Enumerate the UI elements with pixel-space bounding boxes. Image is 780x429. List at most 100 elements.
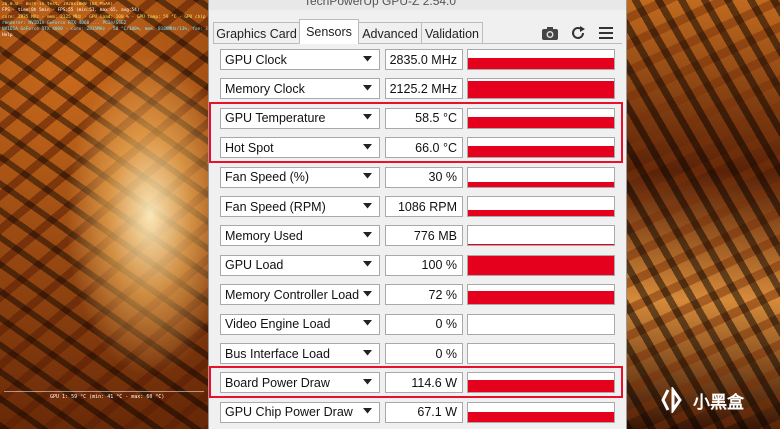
sensor-row: GPU Chip Power Draw 67.1 W — [209, 399, 626, 423]
sensor-select[interactable]: Video Engine Load — [220, 313, 380, 335]
sensor-row: Memory Used 776 MB — [209, 222, 626, 247]
sensor-value: 0 % — [385, 313, 463, 335]
sensor-graph-fill — [468, 117, 614, 128]
sensor-label: Memory Controller Load — [225, 287, 360, 302]
sensor-graph-fill — [468, 412, 614, 422]
sensor-graph-fill — [468, 81, 614, 99]
sensor-value: 0 % — [385, 343, 463, 364]
sensor-value: 58.5 °C — [385, 107, 463, 129]
sensor-select[interactable]: GPU Chip Power Draw — [220, 401, 380, 423]
sensor-row: Video Engine Load 0 % — [209, 311, 626, 335]
sensor-select[interactable]: Board Power Draw — [220, 372, 380, 394]
sensor-graph — [467, 343, 615, 364]
watermark-text: 小黑盒 — [693, 392, 744, 413]
sensor-value: 30 % — [385, 166, 463, 188]
sensor-value: 1086 RPM — [385, 196, 463, 217]
dropdown-arrow-icon[interactable] — [357, 344, 377, 361]
sensor-label: GPU Load — [225, 258, 284, 273]
overlay-line: Help — [2, 33, 13, 39]
sensor-value: 2125.2 MHz — [385, 78, 463, 100]
sensor-graph-fill — [468, 181, 614, 187]
sensor-label: Board Power Draw — [225, 375, 330, 390]
dropdown-arrow-icon[interactable] — [357, 226, 377, 243]
dropdown-arrow-icon[interactable] — [357, 79, 377, 96]
sensor-graph — [467, 372, 615, 394]
sensor-row: Board Power Draw 114.6 W — [209, 369, 626, 394]
sensor-label: Video Engine Load — [225, 317, 331, 332]
tab-graphics-card[interactable]: Graphics Card — [213, 22, 300, 44]
sensor-graph-fill — [468, 210, 614, 216]
watermark: 小黑盒 — [661, 385, 744, 415]
sensor-select[interactable]: GPU Load — [220, 254, 380, 276]
sensor-select[interactable]: Memory Clock — [220, 78, 380, 100]
sensor-select[interactable]: Bus Interface Load — [220, 343, 380, 364]
sensor-select[interactable]: Memory Used — [220, 225, 380, 247]
sensor-row: Memory Clock 2125.2 MHz — [209, 75, 626, 100]
dropdown-arrow-icon[interactable] — [357, 403, 377, 420]
sensor-label: Memory Clock — [225, 81, 305, 96]
sensor-select[interactable]: GPU Clock — [220, 49, 380, 70]
menu-icon[interactable] — [597, 24, 615, 42]
sensor-select[interactable]: Fan Speed (RPM) — [220, 196, 380, 217]
sensor-graph — [467, 49, 615, 70]
sensor-graph — [467, 284, 615, 306]
dropdown-arrow-icon[interactable] — [357, 109, 377, 126]
dropdown-arrow-icon[interactable] — [357, 256, 377, 273]
sensor-value: 72 % — [385, 284, 463, 306]
sensor-select[interactable]: Memory Controller Load — [220, 284, 380, 306]
sensor-select[interactable]: Fan Speed (%) — [220, 166, 380, 188]
refresh-icon[interactable] — [569, 24, 587, 42]
sensor-label: Memory Used — [225, 228, 303, 243]
sensor-graph — [467, 196, 615, 217]
sensor-graph — [467, 313, 615, 335]
sensor-value: 100 % — [385, 254, 463, 276]
sensor-label: Fan Speed (RPM) — [225, 199, 326, 214]
sensor-label: Hot Spot — [225, 140, 274, 155]
sensor-row: Fan Speed (%) 30 % — [209, 164, 626, 188]
sensor-label: Fan Speed (%) — [225, 170, 310, 185]
window-title: TechPowerUp GPU-Z 2.54.0 — [304, 0, 457, 8]
sensor-graph — [467, 225, 615, 247]
tab-divider — [213, 43, 622, 44]
tab-validation[interactable]: Validation — [421, 22, 483, 44]
sensor-label: GPU Clock — [225, 52, 287, 67]
sensor-value: 114.6 W — [385, 372, 463, 394]
camera-icon[interactable] — [541, 24, 559, 42]
sensor-row: Hot Spot 66.0 °C — [209, 134, 626, 159]
benchmark-overlay: 26.0.0 - Burn-in test, 1920x1080 (8X MSA… — [2, 2, 207, 40]
sensor-label: GPU Temperature — [225, 111, 326, 126]
sensor-select[interactable]: Hot Spot — [220, 137, 380, 159]
tab-advanced[interactable]: Advanced — [358, 22, 422, 44]
sensor-row: GPU Temperature 58.5 °C — [209, 105, 626, 129]
overlay-line: NVIDIA GeForce RTX 4060 - core: 2835MHz … — [2, 27, 207, 33]
dropdown-arrow-icon[interactable] — [357, 373, 377, 390]
dropdown-arrow-icon[interactable] — [357, 138, 377, 155]
dropdown-arrow-icon[interactable] — [357, 315, 377, 332]
overlay-line: core: 2835 MHz - mem: 2125 MHz - GPU loa… — [2, 14, 207, 20]
sensor-value: 776 MB — [385, 225, 463, 247]
dropdown-arrow-icon[interactable] — [357, 50, 377, 67]
sensor-graph — [467, 401, 615, 423]
sensor-value: 66.0 °C — [385, 137, 463, 159]
sensor-graph — [467, 107, 615, 129]
dropdown-arrow-icon[interactable] — [357, 285, 377, 302]
sensor-label: GPU Chip Power Draw — [225, 405, 353, 420]
sensor-graph-fill — [468, 57, 614, 69]
sensor-label: Bus Interface Load — [225, 346, 330, 361]
sensor-row: GPU Load 100 % — [209, 252, 626, 276]
sensor-graph-fill — [468, 243, 614, 246]
sensor-graph-fill — [468, 255, 614, 275]
sensor-graph-fill — [468, 145, 614, 158]
background-artwork-right — [625, 0, 780, 429]
temperature-graph-label: GPU 1: 59 °C (min: 41 °C - max: 60 °C) — [50, 394, 165, 400]
tab-sensors[interactable]: Sensors — [299, 19, 359, 44]
title-bar: TechPowerUp GPU-Z 2.54.0 — [209, 0, 626, 10]
dropdown-arrow-icon[interactable] — [357, 197, 377, 214]
xiaoheihe-logo-icon — [661, 385, 687, 415]
sensor-value: 67.1 W — [385, 401, 463, 423]
sensor-row: GPU Clock 2835.0 MHz — [209, 46, 626, 70]
sensor-select[interactable]: GPU Temperature — [220, 107, 380, 129]
dropdown-arrow-icon[interactable] — [357, 168, 377, 185]
tab-bar: Graphics Card Sensors Advanced Validatio… — [209, 10, 626, 44]
sensor-graph — [467, 166, 615, 188]
